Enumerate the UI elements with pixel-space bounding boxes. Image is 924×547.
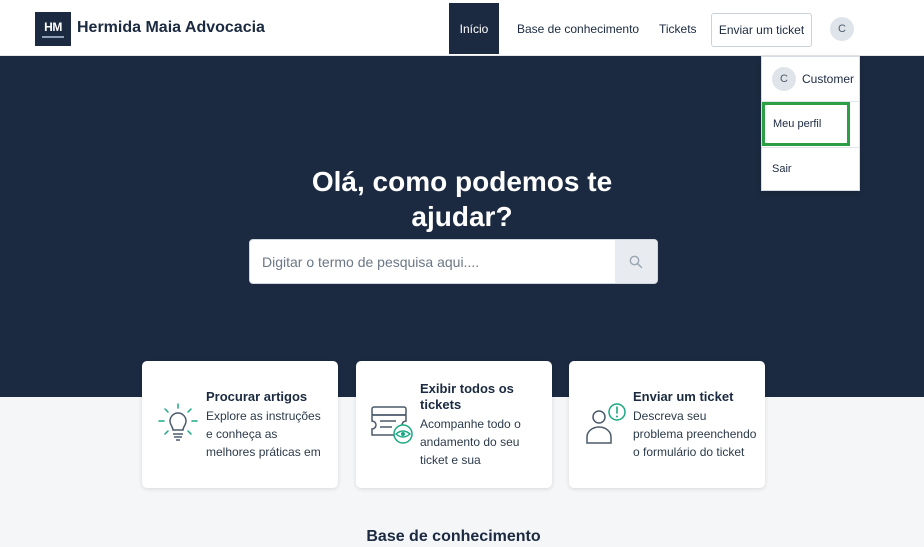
card-description: Explore as instruções e conheça as melho…: [206, 409, 321, 459]
submit-ticket-button[interactable]: Enviar um ticket: [711, 13, 812, 47]
card-title: Exibir todos os tickets: [420, 381, 514, 412]
dropdown-user: C Customer: [772, 67, 854, 91]
dropdown-avatar: C: [772, 67, 796, 91]
card-description: Acompanhe todo o andamento do seu ticket…: [420, 417, 521, 467]
user-alert-icon: [586, 403, 626, 444]
ticket-eye-icon: [371, 406, 413, 444]
logo[interactable]: HM: [35, 12, 71, 46]
user-dropdown-menu: C Customer Meu perfil Sair: [761, 56, 860, 191]
lightbulb-icon: [158, 403, 198, 441]
card-title: Enviar um ticket: [633, 389, 734, 404]
nav-base-conhecimento[interactable]: Base de conhecimento: [517, 22, 639, 36]
card-title: Procurar artigos: [206, 389, 308, 404]
search-button[interactable]: [615, 240, 657, 283]
dropdown-username: Customer: [802, 72, 855, 86]
logo-mark: HM: [44, 19, 62, 34]
hero-title: Olá, como podemos te ajudar?: [311, 166, 613, 232]
menu-item-sair[interactable]: Sair: [772, 163, 792, 175]
page: HM Hermida Maia Advocacia Início Base de…: [0, 0, 924, 547]
section-title: Base de conhecimento: [366, 528, 541, 545]
user-avatar[interactable]: C: [830, 17, 854, 41]
header: HM Hermida Maia Advocacia Início Base de…: [0, 0, 924, 56]
brand-name[interactable]: Hermida Maia Advocacia: [77, 19, 265, 37]
card-enviar-ticket[interactable]: Enviar um ticket Descreva seu problema p…: [569, 361, 765, 488]
search-box: [249, 239, 658, 284]
menu-item-meu-perfil[interactable]: Meu perfil: [762, 102, 850, 146]
nav-inicio[interactable]: Início: [449, 3, 499, 54]
search-input[interactable]: [250, 240, 616, 283]
divider: [762, 147, 859, 148]
search-icon: [629, 255, 643, 268]
logo-underline: [42, 35, 64, 38]
card-exibir-tickets[interactable]: Exibir todos os tickets Acompanhe todo o…: [356, 361, 552, 488]
nav-tickets[interactable]: Tickets: [659, 22, 697, 36]
card-description: Descreva seu problema preenchendo o form…: [633, 409, 757, 459]
card-procurar-artigos[interactable]: Procurar artigos Explore as instruções e…: [142, 361, 338, 488]
